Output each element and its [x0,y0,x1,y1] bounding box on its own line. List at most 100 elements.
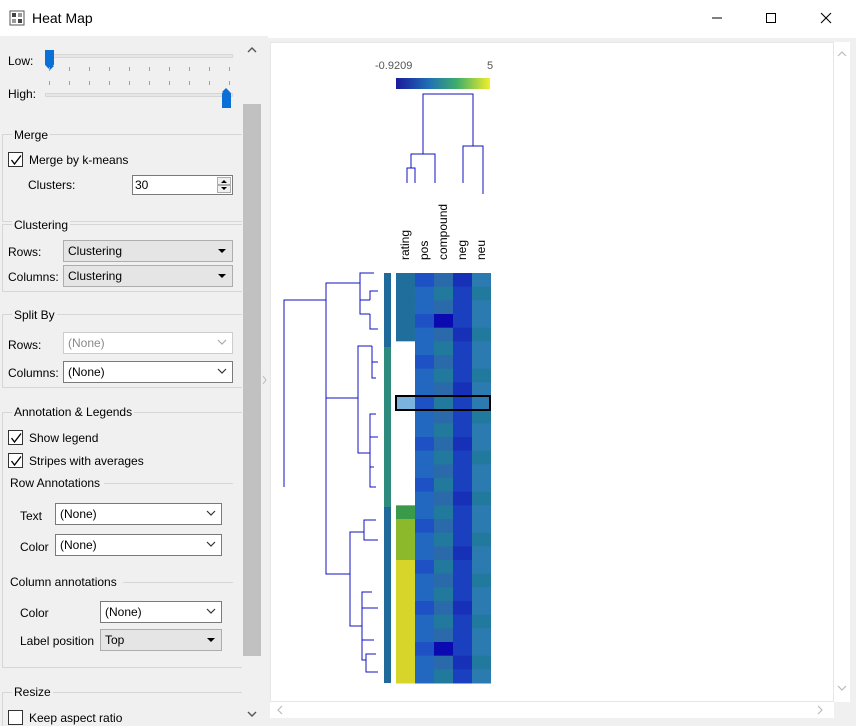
heatmap-cell[interactable] [396,382,415,397]
split-rows-combo[interactable]: (None) [63,332,233,354]
close-button[interactable] [803,0,849,36]
heatmap-cell[interactable] [453,642,472,657]
heatmap-cell[interactable] [434,409,453,424]
heatmap-cell[interactable] [396,450,415,465]
plot-horizontal-scrollbar[interactable] [270,702,834,718]
scroll-down-icon[interactable] [836,682,848,694]
heatmap-cell[interactable] [415,601,434,616]
heatmap-cell[interactable] [472,368,491,383]
control-panel-scrollbar[interactable] [242,36,262,726]
heatmap-cell[interactable] [434,614,453,629]
heatmap-cell[interactable] [472,314,491,329]
heatmap-cell[interactable] [453,491,472,506]
heatmap-cell[interactable] [396,532,415,547]
heatmap-cell[interactable] [415,573,434,588]
heatmap-cell[interactable] [434,532,453,547]
heatmap-cell[interactable] [434,286,453,301]
heatmap-cell[interactable] [396,437,415,452]
heatmap-cell[interactable] [434,505,453,520]
heatmap-cell[interactable] [415,519,434,534]
high-slider-track[interactable] [45,93,233,97]
heatmap-cell[interactable] [434,368,453,383]
heatmap-cell[interactable] [434,587,453,602]
row-text-combo[interactable]: (None) [55,503,222,525]
scroll-down-icon[interactable] [246,708,258,720]
keep-aspect-checkbox[interactable] [8,710,23,725]
low-slider-track[interactable] [45,54,233,58]
heatmap-cell[interactable] [434,601,453,616]
heatmap-cell[interactable] [415,505,434,520]
heatmap-cell[interactable] [415,314,434,329]
heatmap-cell[interactable] [453,655,472,670]
heatmap-cell[interactable] [434,450,453,465]
heatmap-cell[interactable] [434,478,453,493]
heatmap-cell[interactable] [434,464,453,479]
heatmap-cell[interactable] [434,642,453,657]
heatmap-cell[interactable] [434,546,453,561]
heatmap-cell[interactable] [396,314,415,329]
heatmap-cell[interactable] [415,560,434,575]
scroll-up-icon[interactable] [246,44,258,56]
heatmap-cell[interactable] [415,409,434,424]
heatmap-cell[interactable] [453,341,472,356]
heatmap-cell[interactable] [415,423,434,438]
heatmap-cell[interactable] [396,273,415,288]
heatmap-cell[interactable] [472,560,491,575]
heatmap-cell[interactable] [453,286,472,301]
heatmap-cell[interactable] [434,300,453,315]
label-position-combo[interactable]: Top [100,629,222,651]
heatmap-cell[interactable] [472,409,491,424]
heatmap-cell[interactable] [453,300,472,315]
plot-vertical-scrollbar[interactable] [834,42,850,702]
heatmap-cell[interactable] [472,505,491,520]
heatmap-cell[interactable] [453,669,472,684]
heatmap-cell[interactable] [415,464,434,479]
heatmap-cell[interactable] [472,382,491,397]
heatmap-cell[interactable] [434,327,453,342]
heatmap-cell[interactable] [415,491,434,506]
heatmap-cell[interactable] [434,355,453,370]
heatmap-cell[interactable] [453,573,472,588]
heatmap-cell[interactable] [453,382,472,397]
heatmap-cell[interactable] [472,396,491,411]
heatmap-cell[interactable] [415,587,434,602]
heatmap-cells[interactable] [396,273,491,684]
heatmap-cell[interactable] [434,273,453,288]
heatmap-cell[interactable] [453,532,472,547]
low-slider-handle[interactable] [45,50,54,66]
heatmap-cell[interactable] [434,655,453,670]
heatmap-cell[interactable] [415,669,434,684]
heatmap-cell[interactable] [472,355,491,370]
col-color-combo[interactable]: (None) [100,601,222,623]
heatmap-cell[interactable] [434,628,453,643]
heatmap-cell[interactable] [434,491,453,506]
heatmap-cell[interactable] [472,300,491,315]
heatmap-cell[interactable] [472,614,491,629]
heatmap-cell[interactable] [453,519,472,534]
heatmap-cell[interactable] [472,642,491,657]
heatmap-cell[interactable] [396,327,415,342]
heatmap-cell[interactable] [396,423,415,438]
heatmap-cell[interactable] [472,669,491,684]
heatmap-cell[interactable] [434,396,453,411]
heatmap-cell[interactable] [453,505,472,520]
heatmap-cell[interactable] [396,355,415,370]
heatmap-cell[interactable] [453,546,472,561]
heatmap-cell[interactable] [472,327,491,342]
heatmap-cell[interactable] [453,409,472,424]
heatmap-cell[interactable] [396,669,415,684]
heatmap-cell[interactable] [415,532,434,547]
heatmap-cell[interactable] [415,382,434,397]
heatmap-cell[interactable] [396,464,415,479]
scroll-right-icon[interactable] [814,704,826,716]
heatmap-cell[interactable] [453,423,472,438]
heatmap-cell[interactable] [415,614,434,629]
heatmap-cell[interactable] [396,587,415,602]
heatmap-cell[interactable] [396,491,415,506]
heatmap-cell[interactable] [396,601,415,616]
heatmap-cell[interactable] [472,601,491,616]
heatmap-cell[interactable] [453,355,472,370]
heatmap-cell[interactable] [453,464,472,479]
spin-down-button[interactable] [217,185,231,193]
heatmap-cell[interactable] [434,423,453,438]
